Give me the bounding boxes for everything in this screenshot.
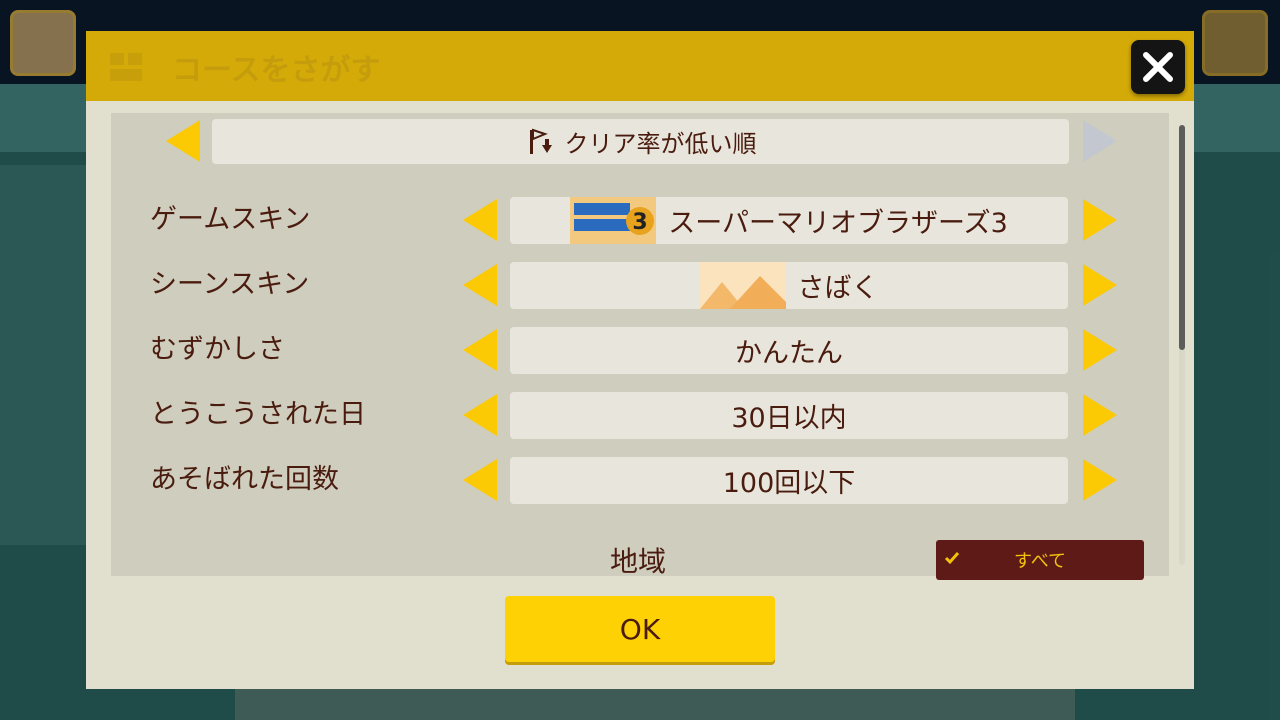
- difficulty-value[interactable]: かんたん: [510, 327, 1068, 374]
- game-skin-prev-arrow[interactable]: [460, 197, 500, 243]
- desert-icon: [699, 262, 786, 309]
- difficulty-label: むずかしさ: [150, 334, 285, 365]
- sort-selector[interactable]: クリア率が低い順: [212, 119, 1069, 164]
- region-label: 地域: [610, 545, 667, 578]
- svg-text:3: 3: [633, 210, 648, 235]
- game-skin-next-arrow[interactable]: [1080, 197, 1120, 243]
- difficulty-next-arrow[interactable]: [1080, 327, 1120, 373]
- upload-date-next-arrow[interactable]: [1080, 392, 1120, 438]
- region-all-text: すべて: [1013, 551, 1067, 572]
- flag-sort-icon: [529, 128, 552, 154]
- scene-skin-prev-arrow[interactable]: [460, 262, 500, 308]
- close-icon: [1143, 52, 1173, 82]
- scene-skin-label: シーンスキン: [150, 269, 310, 300]
- game-skin-text: スーパーマリオブラザーズ3: [668, 208, 1008, 239]
- scrollbar[interactable]: [1179, 125, 1185, 565]
- game-skin-value[interactable]: 3 スーパーマリオブラザーズ3: [510, 197, 1068, 244]
- play-count-label: あそばれた回数: [150, 464, 339, 495]
- scene-skin-text: さばく: [797, 273, 879, 304]
- sort-next-arrow: [1080, 118, 1120, 164]
- scene-skin-value[interactable]: さばく: [510, 262, 1068, 309]
- play-count-value[interactable]: 100回以下: [510, 457, 1068, 504]
- sort-label: クリア率が低い順: [564, 130, 757, 158]
- ok-button[interactable]: OK: [505, 596, 775, 662]
- upload-date-label: とうこうされた日: [150, 399, 366, 430]
- difficulty-prev-arrow[interactable]: [460, 327, 500, 373]
- dialog-header: コースをさがす: [86, 31, 1194, 101]
- dialog-title: コースをさがす: [172, 53, 381, 88]
- scroll-thumb[interactable]: [1179, 125, 1185, 350]
- close-button[interactable]: [1131, 40, 1185, 94]
- upload-date-prev-arrow[interactable]: [460, 392, 500, 438]
- smb3-logo-icon: 3: [570, 197, 657, 244]
- play-count-prev-arrow[interactable]: [460, 457, 500, 503]
- game-skin-label: ゲームスキン: [150, 204, 311, 235]
- upload-date-value[interactable]: 30日以内: [510, 392, 1068, 439]
- play-count-next-arrow[interactable]: [1080, 457, 1120, 503]
- scene-skin-next-arrow[interactable]: [1080, 262, 1120, 308]
- region-all-option[interactable]: すべて: [936, 540, 1144, 580]
- sort-prev-arrow[interactable]: [163, 118, 203, 164]
- search-course-icon: [110, 53, 142, 81]
- check-icon: [944, 552, 960, 565]
